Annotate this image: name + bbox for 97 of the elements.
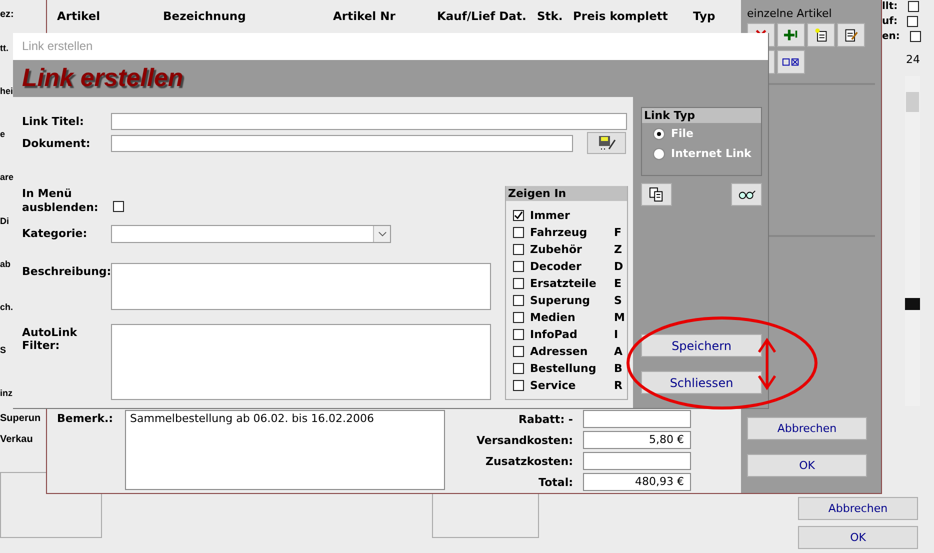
dialog-button[interactable]: OK xyxy=(798,526,918,549)
column-header[interactable]: Preis komplett xyxy=(573,9,693,25)
copy-button[interactable] xyxy=(641,183,672,206)
checkbox[interactable] xyxy=(513,226,524,238)
field-label: Kategorie: xyxy=(22,226,88,240)
shortcut-letter: B xyxy=(614,362,624,374)
panel-title: einzelne Artikel xyxy=(747,7,833,20)
edit-document-icon[interactable] xyxy=(837,23,865,47)
remark-field[interactable]: Sammelbestellung ab 06.02. bis 16.02.2006 xyxy=(125,410,445,490)
field-label: Beschreibung: xyxy=(22,264,111,278)
checkbox[interactable] xyxy=(113,201,124,212)
shortcut-letter: R xyxy=(614,378,624,392)
column-header[interactable]: Artikel Nr xyxy=(333,9,437,25)
close-windows-icon[interactable] xyxy=(777,50,805,74)
checkbox-label: Superung xyxy=(530,294,592,306)
checkbox-label: Adressen xyxy=(530,344,589,358)
group-title: Link Typ xyxy=(642,108,761,123)
double-arrow xyxy=(758,338,776,390)
radio-button[interactable] xyxy=(653,148,665,160)
shortcut-letter: Z xyxy=(614,242,623,256)
copy-icon xyxy=(649,187,664,202)
checkbox[interactable] xyxy=(513,244,524,254)
total-label: Zusatzkosten: xyxy=(484,454,573,468)
text-area[interactable] xyxy=(111,324,491,400)
caret-icon xyxy=(378,231,386,237)
checkbox[interactable] xyxy=(513,278,524,288)
add-icon[interactable] xyxy=(777,23,805,47)
shortcut-letter: F xyxy=(614,226,623,238)
radio-label: File xyxy=(671,127,694,140)
checkbox[interactable] xyxy=(513,380,524,390)
check-label: en: xyxy=(882,31,900,42)
checkbox-label: Medien xyxy=(530,310,576,324)
column-header[interactable]: Typ xyxy=(693,9,723,25)
checkbox-label: Decoder xyxy=(530,260,582,272)
category-dropdown[interactable] xyxy=(111,225,391,243)
checkbox[interactable] xyxy=(513,260,524,272)
checkbox[interactable] xyxy=(513,346,524,356)
dialog-button[interactable]: Schliessen xyxy=(641,371,762,394)
checkbox-label: Immer xyxy=(530,208,571,222)
checkbox[interactable] xyxy=(513,362,524,374)
remark-label: Bemerk.: xyxy=(57,411,114,427)
dialog-button[interactable]: Abbrechen xyxy=(798,497,918,520)
shortcut-letter: M xyxy=(614,310,624,324)
amount-field[interactable] xyxy=(583,452,691,470)
window-title: Link erstellen xyxy=(13,33,768,60)
dialog-button[interactable]: OK xyxy=(747,454,867,477)
save-file-button[interactable] xyxy=(587,132,626,154)
dialog-button[interactable]: Abbrechen xyxy=(747,417,867,440)
dialog-button[interactable]: Speichern xyxy=(641,334,762,357)
field-label: Dokument: xyxy=(22,136,92,150)
input-field[interactable] xyxy=(111,135,573,152)
checkbox[interactable] xyxy=(908,1,919,12)
field-label: In Menü ausblenden: xyxy=(22,186,100,215)
column-header[interactable]: Stk. xyxy=(537,9,573,25)
checkbox[interactable] xyxy=(907,16,918,27)
radio-label: Internet Link xyxy=(671,147,752,160)
checkbox-label: Service xyxy=(530,378,577,392)
total-label: Rabatt: - xyxy=(517,412,573,426)
checkbox-label: Ersatzteile xyxy=(530,276,598,290)
check-label: uf: xyxy=(882,16,898,27)
shortcut-letter: I xyxy=(614,328,620,340)
checkbox[interactable] xyxy=(513,210,524,220)
total-label: Versandkosten: xyxy=(475,434,573,446)
checkbox-label: Bestellung xyxy=(530,362,598,374)
checkbox-label: InfoPad xyxy=(530,328,578,340)
new-document-icon[interactable] xyxy=(807,23,835,47)
disk-pencil-icon xyxy=(596,135,616,151)
text-area[interactable] xyxy=(111,263,491,310)
shortcut-letter: S xyxy=(614,294,623,306)
checkbox[interactable] xyxy=(513,312,524,322)
dialog-heading: Link erstellen xyxy=(22,64,184,93)
scrollbar[interactable] xyxy=(905,76,920,406)
checkbox[interactable] xyxy=(513,328,524,340)
glasses-button[interactable] xyxy=(731,183,762,206)
input-field[interactable] xyxy=(111,113,627,130)
shortcut-letter: E xyxy=(614,276,623,290)
checkbox[interactable] xyxy=(910,31,921,42)
field-label: AutoLink Filter: xyxy=(22,325,78,352)
checkbox-label: Zubehör xyxy=(530,242,583,256)
checkbox[interactable] xyxy=(513,294,524,306)
total-label: Total: xyxy=(538,476,573,488)
amount-field[interactable] xyxy=(583,410,691,428)
checkbox-label: Fahrzeug xyxy=(530,226,588,238)
column-header[interactable]: Artikel xyxy=(57,9,163,25)
glasses-icon xyxy=(738,189,756,200)
amount-field[interactable]: 5,80 € xyxy=(583,431,691,449)
check-label: llt: xyxy=(882,1,898,12)
radio-button[interactable] xyxy=(653,128,665,140)
column-header[interactable]: Bezeichnung xyxy=(163,9,333,25)
group-title: Zeigen In xyxy=(506,186,627,201)
label-fragment: Superun xyxy=(0,412,41,425)
amount-field[interactable]: 480,93 € xyxy=(583,473,691,491)
shortcut-letter: D xyxy=(614,260,624,272)
count-text: 24 xyxy=(906,53,920,66)
shortcut-letter: A xyxy=(614,344,624,358)
field-label: Link Titel: xyxy=(22,114,85,128)
column-header[interactable]: Kauf/Lief Dat. xyxy=(437,9,537,25)
